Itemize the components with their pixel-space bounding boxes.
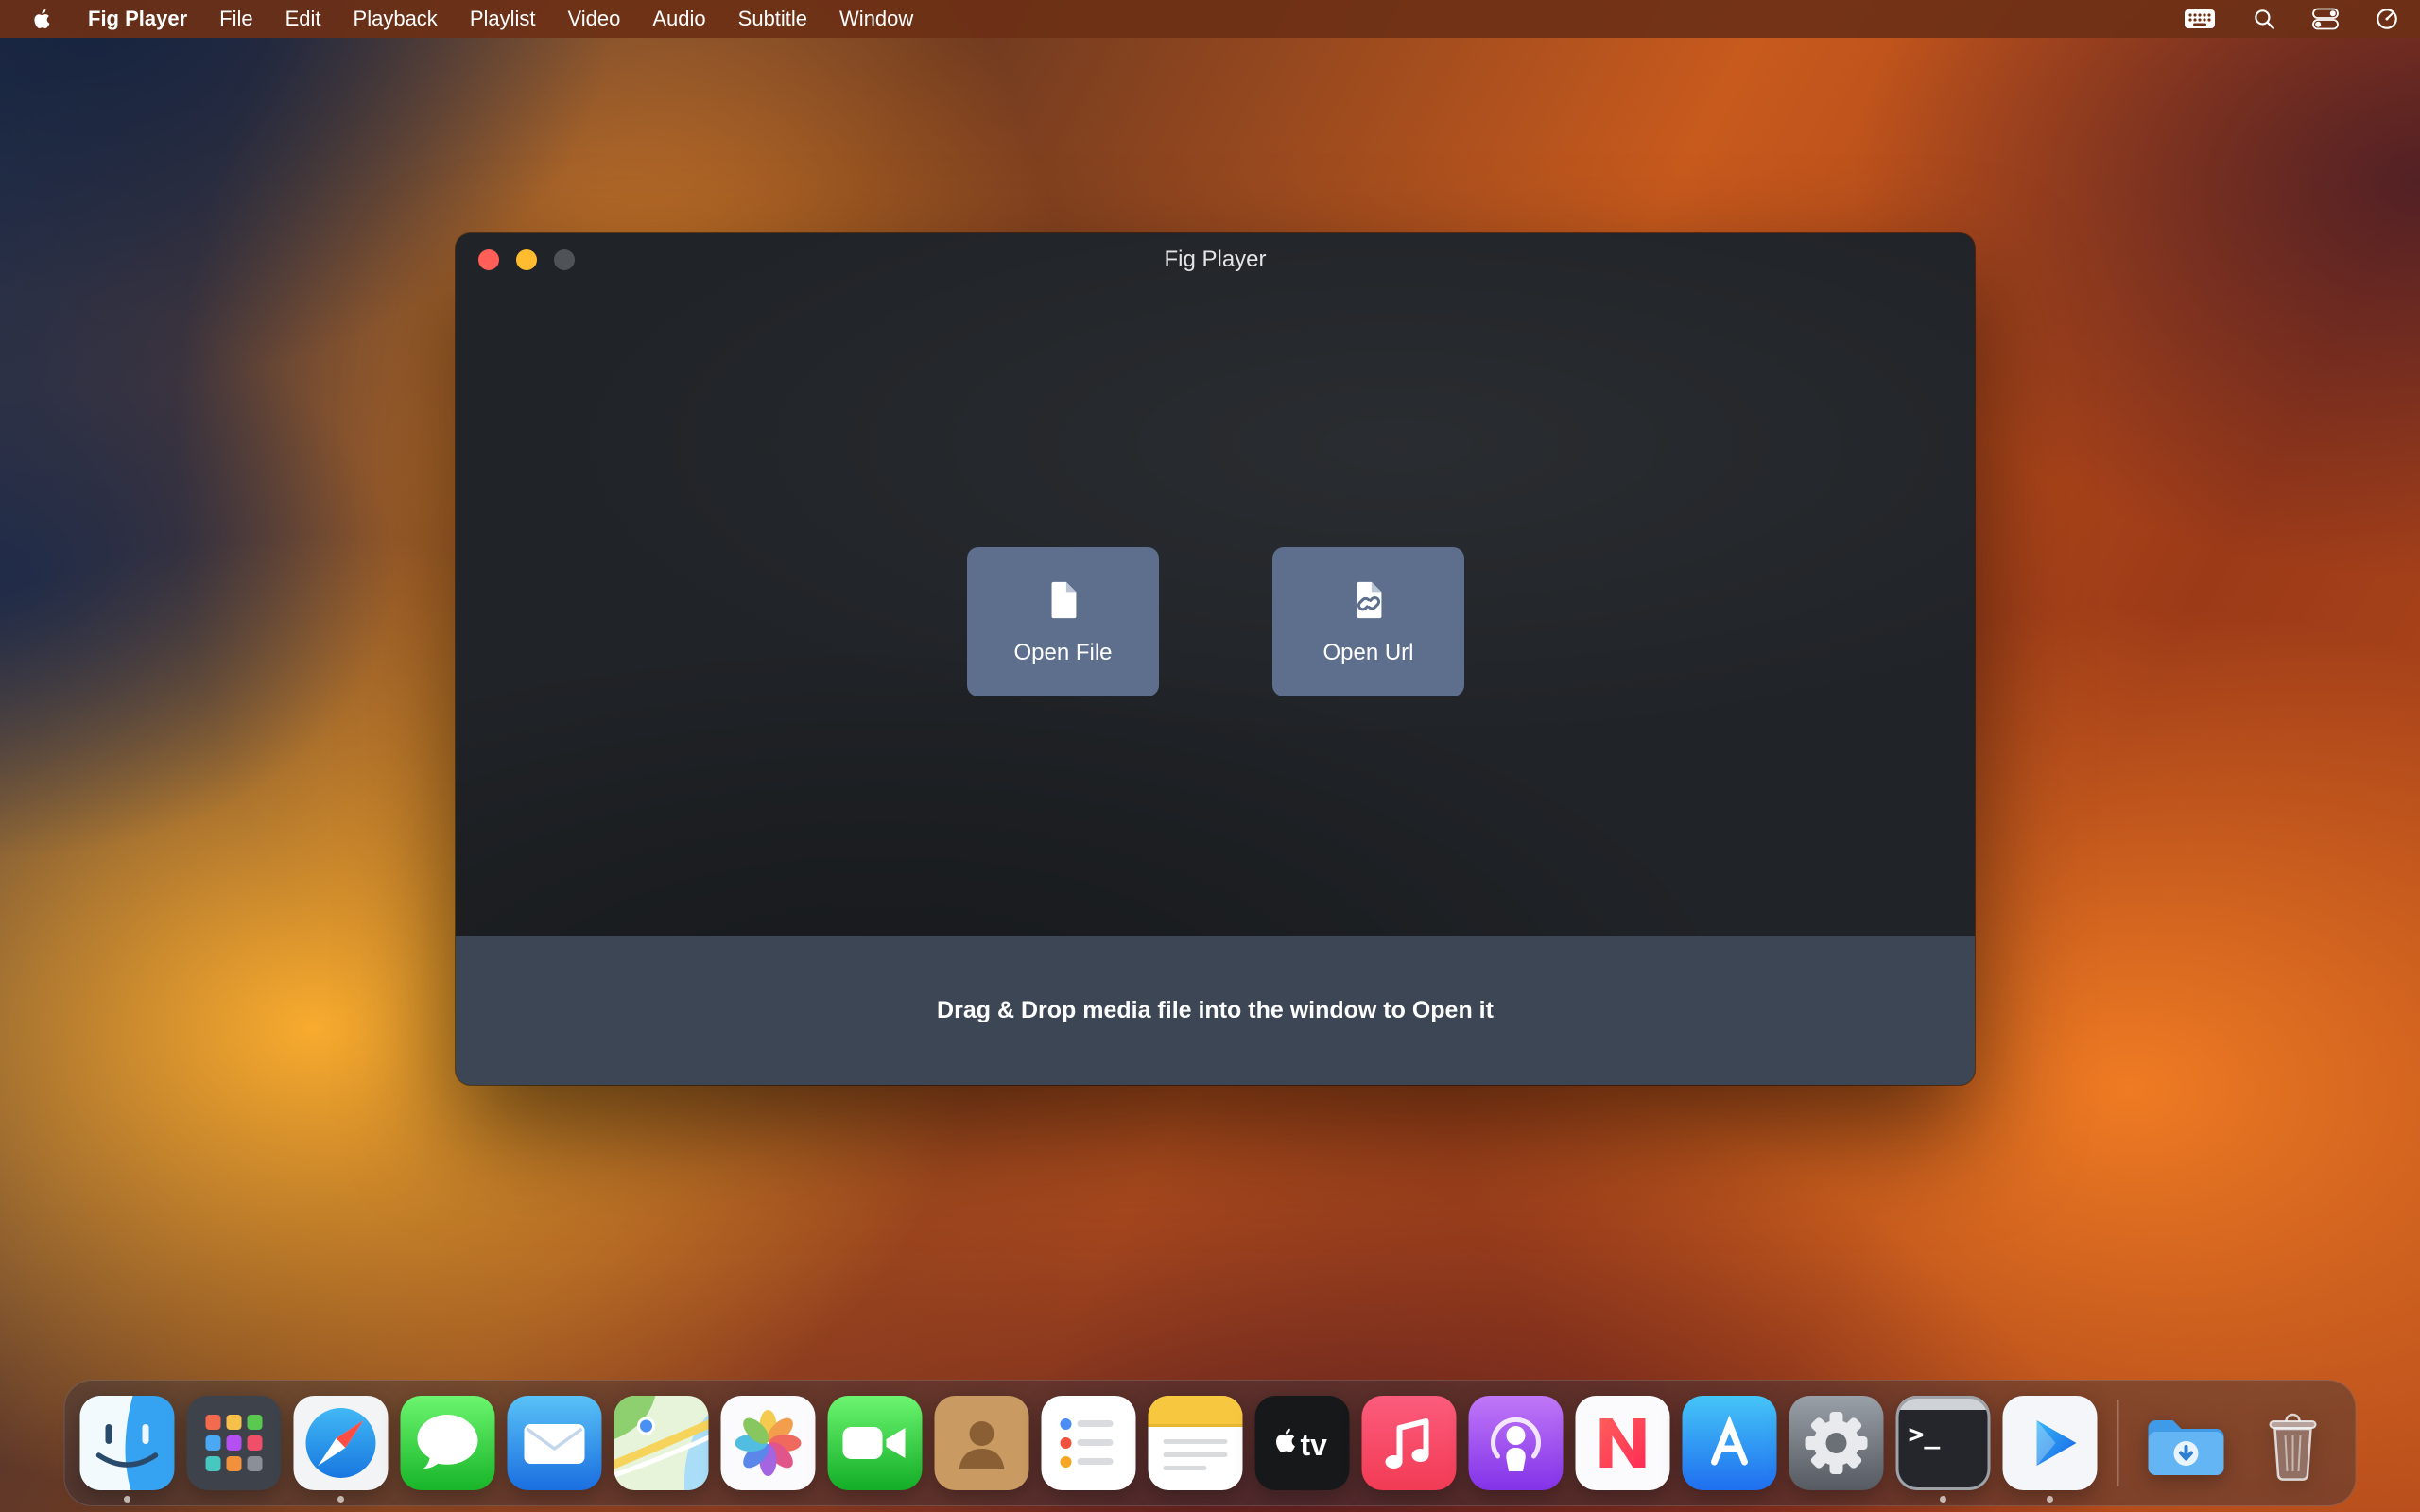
dock-item-photos[interactable] <box>721 1396 816 1490</box>
window-titlebar[interactable]: Fig Player <box>456 233 1975 286</box>
fig-player-icon <box>2003 1396 2098 1490</box>
dock-item-messages[interactable] <box>401 1396 495 1490</box>
search-icon[interactable] <box>2252 7 2276 31</box>
window-body <box>456 233 1975 936</box>
menu-window[interactable]: Window <box>823 7 929 31</box>
control-center-icon[interactable] <box>2312 7 2339 31</box>
file-icon <box>1042 578 1085 625</box>
svg-text:>_: >_ <box>1909 1418 1941 1450</box>
menu-playlist[interactable]: Playlist <box>454 7 552 31</box>
running-indicator <box>2047 1496 2053 1503</box>
running-indicator <box>124 1496 130 1503</box>
dock-item-news[interactable] <box>1576 1396 1670 1490</box>
open-file-button[interactable]: Open File <box>967 547 1159 696</box>
apple-menu-icon[interactable] <box>21 7 64 31</box>
menu-file[interactable]: File <box>203 7 268 31</box>
dock-item-trash[interactable] <box>2246 1396 2341 1490</box>
contacts-icon <box>935 1396 1029 1490</box>
svg-text:tv: tv <box>1301 1428 1328 1462</box>
dock-item-music[interactable] <box>1362 1396 1457 1490</box>
keyboard-icon[interactable] <box>2184 8 2216 30</box>
open-url-label: Open Url <box>1322 640 1413 666</box>
trash-icon <box>2246 1396 2341 1490</box>
menu-audio[interactable]: Audio <box>636 7 721 31</box>
dock-item-system-settings[interactable] <box>1789 1396 1884 1490</box>
dock-item-podcasts[interactable] <box>1469 1396 1564 1490</box>
podcasts-icon <box>1469 1396 1564 1490</box>
running-indicator <box>1940 1496 1946 1503</box>
dock-item-reminders[interactable] <box>1042 1396 1136 1490</box>
dock-item-maps[interactable] <box>614 1396 709 1490</box>
terminal-icon: >_ <box>1896 1396 1991 1490</box>
finder-icon <box>80 1396 175 1490</box>
dock-item-fig-player[interactable] <box>2003 1396 2098 1490</box>
dock-item-tv[interactable]: tv <box>1255 1396 1350 1490</box>
link-file-icon <box>1347 578 1391 625</box>
dock-item-downloads[interactable] <box>2139 1396 2234 1490</box>
safari-icon <box>294 1396 389 1490</box>
drop-hint-text: Drag & Drop media file into the window t… <box>937 997 1494 1024</box>
dock-item-mail[interactable] <box>508 1396 602 1490</box>
system-settings-icon <box>1789 1396 1884 1490</box>
running-indicator <box>337 1496 344 1503</box>
dock-item-facetime[interactable] <box>828 1396 923 1490</box>
desktop: Fig Player File Edit Playback Playlist V… <box>0 0 2420 1512</box>
dock-item-contacts[interactable] <box>935 1396 1029 1490</box>
mail-icon <box>508 1396 602 1490</box>
menu-app-name[interactable]: Fig Player <box>72 7 203 31</box>
menu-video[interactable]: Video <box>552 7 637 31</box>
menu-subtitle[interactable]: Subtitle <box>722 7 823 31</box>
reminders-icon <box>1042 1396 1136 1490</box>
facetime-icon <box>828 1396 923 1490</box>
dock: tv >_ <box>64 1380 2357 1506</box>
app-store-icon <box>1683 1396 1777 1490</box>
window-title: Fig Player <box>456 233 1975 286</box>
dock-item-app-store[interactable] <box>1683 1396 1777 1490</box>
clock-icon[interactable] <box>2375 7 2399 31</box>
open-file-label: Open File <box>1013 640 1112 666</box>
music-icon <box>1362 1396 1457 1490</box>
news-icon <box>1576 1396 1670 1490</box>
launchpad-icon <box>187 1396 282 1490</box>
dock-item-terminal[interactable]: >_ <box>1896 1396 1991 1490</box>
downloads-folder-icon <box>2139 1396 2234 1490</box>
fig-player-window: Fig Player Open File Open Url Drag & Dro… <box>456 233 1975 1085</box>
dock-item-launchpad[interactable] <box>187 1396 282 1490</box>
dock-item-notes[interactable] <box>1149 1396 1243 1490</box>
messages-icon <box>401 1396 495 1490</box>
menu-edit[interactable]: Edit <box>269 7 337 31</box>
menu-bar: Fig Player File Edit Playback Playlist V… <box>0 0 2420 38</box>
menu-playback[interactable]: Playback <box>337 7 454 31</box>
photos-icon <box>721 1396 816 1490</box>
dock-item-finder[interactable] <box>80 1396 175 1490</box>
notes-icon <box>1149 1396 1243 1490</box>
tv-icon: tv <box>1255 1396 1350 1490</box>
drop-zone[interactable]: Drag & Drop media file into the window t… <box>456 936 1975 1085</box>
maps-icon <box>614 1396 709 1490</box>
dock-divider <box>2118 1400 2119 1486</box>
dock-item-safari[interactable] <box>294 1396 389 1490</box>
open-url-button[interactable]: Open Url <box>1272 547 1464 696</box>
